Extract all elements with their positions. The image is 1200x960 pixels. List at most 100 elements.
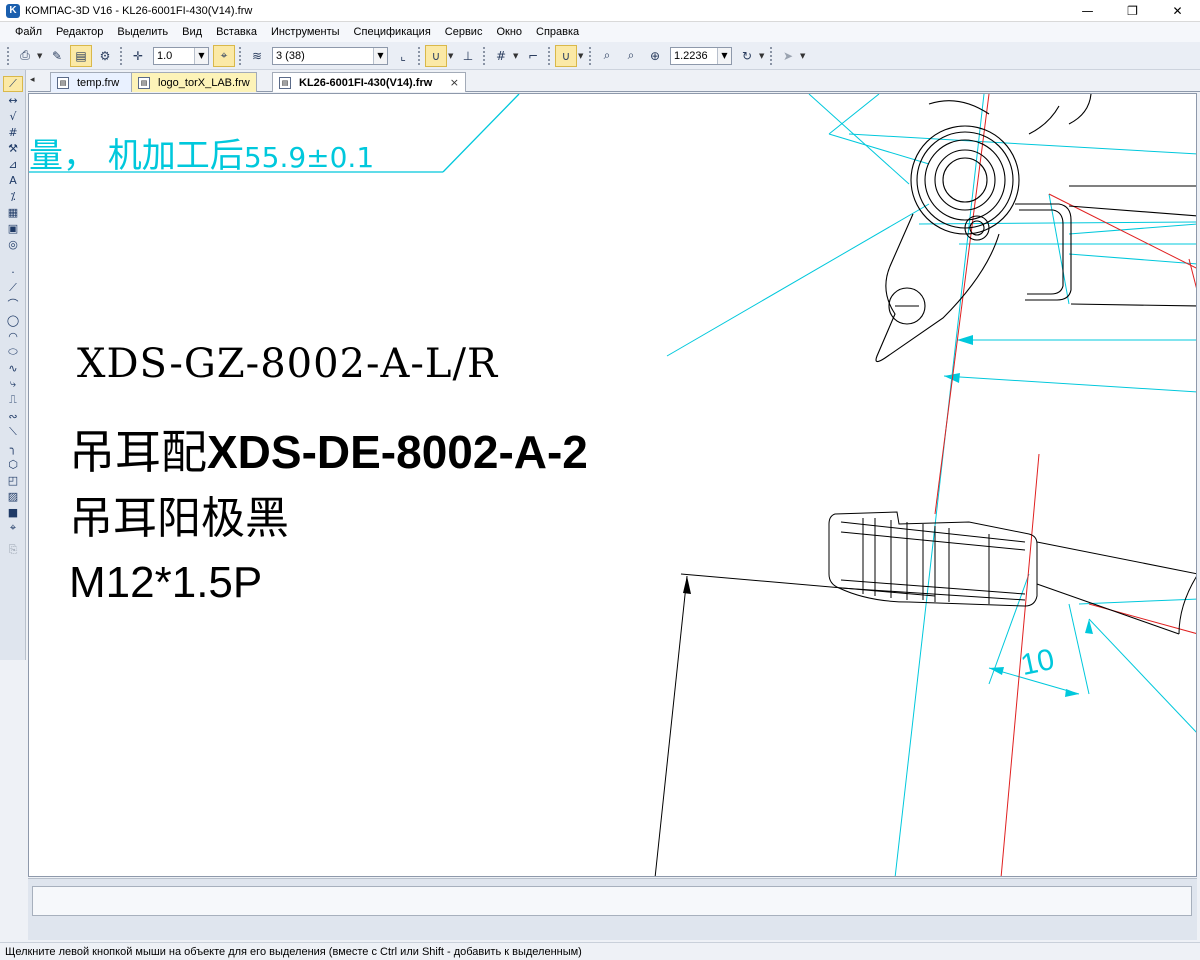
dimensions-icon[interactable]: ↔ — [3, 92, 23, 108]
zoom-combobox[interactable]: 1.2236 ▼ — [670, 46, 732, 65]
cyan-dimension-arrows — [944, 335, 1093, 697]
menu-select[interactable]: Выделить — [110, 26, 175, 38]
nurbs-icon[interactable]: ∾ — [3, 408, 23, 424]
chamfer-icon[interactable]: ⟍ — [3, 424, 23, 440]
toolbar-grip[interactable] — [589, 46, 592, 65]
chevron-down-icon[interactable]: ▼ — [194, 47, 208, 64]
magnet-icon[interactable]: ∪ — [555, 44, 577, 67]
menu-file[interactable]: Файл — [8, 26, 49, 38]
magnet-snap-icon[interactable]: ∪ — [425, 44, 447, 67]
equidistant-icon[interactable]: ⌖ — [3, 520, 23, 536]
restore-button[interactable]: ❐ — [1110, 0, 1155, 22]
part-number-text[interactable]: XDS-GZ-8002-A-L/R — [77, 341, 498, 387]
menu-help[interactable]: Справка — [529, 26, 586, 38]
minimize-button[interactable]: — — [1065, 0, 1110, 22]
measure-icon[interactable]: ⊿ — [3, 156, 23, 172]
menu-specification[interactable]: Спецификация — [347, 26, 438, 38]
dimension-10[interactable]: 10 — [1018, 643, 1058, 683]
spline-icon[interactable]: ∿ — [3, 360, 23, 376]
chevron-down-icon[interactable]: ▼ — [800, 52, 808, 60]
symbols-icon[interactable]: √ — [3, 108, 23, 124]
chevron-down-icon[interactable]: ▼ — [578, 52, 586, 60]
polyline-icon[interactable]: ⤷ — [3, 376, 23, 392]
kompas-logo-icon: K — [6, 3, 20, 18]
thread-note[interactable]: M12*1.5P — [69, 558, 262, 608]
menu-service[interactable]: Сервис — [438, 26, 490, 38]
toolbar-grip[interactable] — [548, 46, 551, 65]
menu-insert[interactable]: Вставка — [209, 26, 264, 38]
fill-icon[interactable]: ■ — [3, 504, 23, 520]
tab-close-icon[interactable]: × — [450, 76, 459, 89]
layer-combobox[interactable]: 3 (38) ▼ — [272, 46, 388, 65]
arc-icon[interactable]: ◠ — [3, 328, 23, 344]
layers-icon[interactable]: ≋ — [246, 45, 268, 67]
machining-note[interactable]: 量， 机加工后55.9±0.1 — [29, 128, 374, 177]
menu-tools[interactable]: Инструменты — [264, 26, 347, 38]
chevron-down-icon[interactable]: ▼ — [373, 47, 387, 64]
refresh-icon[interactable]: ↻ — [736, 45, 758, 67]
snap-toggle-icon[interactable]: ⌖ — [213, 44, 235, 67]
mating-part-note[interactable]: 吊耳配XDS-DE-8002-A-2 — [69, 416, 588, 482]
fillet-icon[interactable]: ╮ — [3, 440, 23, 456]
menu-window[interactable]: Окно — [489, 26, 529, 38]
toolbar-grip[interactable] — [770, 46, 773, 65]
variables-icon[interactable]: ⚙ — [94, 45, 116, 67]
ellipse-icon[interactable]: ⬭ — [3, 344, 23, 360]
cursor-icon[interactable]: ➤ — [777, 45, 799, 67]
anodize-note[interactable]: 吊耳阳极黑 — [69, 482, 289, 546]
menu-view[interactable]: Вид — [175, 26, 209, 38]
macro-icon[interactable]: ⎘ — [3, 542, 23, 558]
step-combobox[interactable]: 1.0 ▼ — [153, 46, 209, 65]
circle-icon[interactable]: ◯ — [3, 312, 23, 328]
machining-note-text: 量， 机加工后 — [29, 136, 244, 176]
insert-view-icon[interactable]: ▣ — [3, 220, 23, 236]
library-icon[interactable]: ◎ — [3, 236, 23, 252]
point-icon[interactable]: · — [3, 264, 23, 280]
tab-kl26[interactable]: ▤ KL26-6001FI-430(V14).frw × — [272, 72, 466, 92]
toolbar-grip[interactable] — [483, 46, 486, 65]
drawing-file-icon: ▤ — [57, 76, 69, 89]
tab-list-icon[interactable]: ◂ — [30, 75, 35, 85]
mating-part-number: XDS-DE-8002-A-2 — [207, 426, 588, 478]
properties-field[interactable] — [32, 886, 1192, 916]
document-properties-icon[interactable]: ▤ — [70, 44, 92, 67]
geometry-icon[interactable]: ⟋ — [3, 76, 23, 92]
toolbar-grip[interactable] — [418, 46, 421, 65]
zoom-window-icon[interactable]: ⌕ — [596, 45, 618, 67]
zoom-dynamic-icon[interactable]: ⌕ — [620, 45, 642, 67]
edit-icon[interactable]: # — [3, 124, 23, 140]
chevron-down-icon[interactable]: ▼ — [759, 52, 767, 60]
segment-icon[interactable]: ⌒ — [3, 296, 23, 312]
zoom-in-icon[interactable]: ⊕ — [644, 45, 666, 67]
toolbar-grip[interactable] — [7, 46, 10, 65]
contour-icon[interactable]: ⎍ — [3, 392, 23, 408]
drawing-canvas[interactable]: 量， 机加工后55.9±0.1 XDS-GZ-8002-A-L/R 吊耳配XDS… — [28, 93, 1197, 877]
spec-icon[interactable]: ⁒ — [3, 188, 23, 204]
hatch-icon[interactable]: ▨ — [3, 488, 23, 504]
snap-step-icon[interactable]: ✛ — [127, 45, 149, 67]
rectangle-icon[interactable]: ◰ — [3, 472, 23, 488]
chevron-down-icon[interactable]: ▼ — [37, 52, 45, 60]
aux-line-icon[interactable]: ⟋ — [3, 280, 23, 296]
grid-icon[interactable]: # — [490, 45, 512, 67]
menu-editor[interactable]: Редактор — [49, 26, 110, 38]
local-cs-icon[interactable]: ⌞ — [392, 45, 414, 67]
menu-bar: Файл Редактор Выделить Вид Вставка Инстр… — [0, 22, 1200, 42]
properties-panel — [28, 878, 1197, 940]
round-corner-icon[interactable]: ⌐ — [522, 45, 544, 67]
brush-icon[interactable]: ✎ — [46, 45, 68, 67]
toolbar-grip[interactable] — [239, 46, 242, 65]
toolbar-grip[interactable] — [120, 46, 123, 65]
reports-icon[interactable]: ▦ — [3, 204, 23, 220]
parametrization-icon[interactable]: ⚒ — [3, 140, 23, 156]
print-icon[interactable]: ⎙ — [14, 45, 36, 67]
chevron-down-icon[interactable]: ▼ — [717, 47, 731, 64]
polygon-icon[interactable]: ⬡ — [3, 456, 23, 472]
close-button[interactable]: ✕ — [1155, 0, 1200, 22]
ortho-icon[interactable]: ⊥ — [457, 45, 479, 67]
select-icon[interactable]: A — [3, 172, 23, 188]
chevron-down-icon[interactable]: ▼ — [513, 52, 521, 60]
tab-logo[interactable]: ▤ logo_torX_LAB.frw — [131, 72, 257, 92]
tab-label: temp.frw — [77, 76, 120, 89]
chevron-down-icon[interactable]: ▼ — [448, 52, 456, 60]
